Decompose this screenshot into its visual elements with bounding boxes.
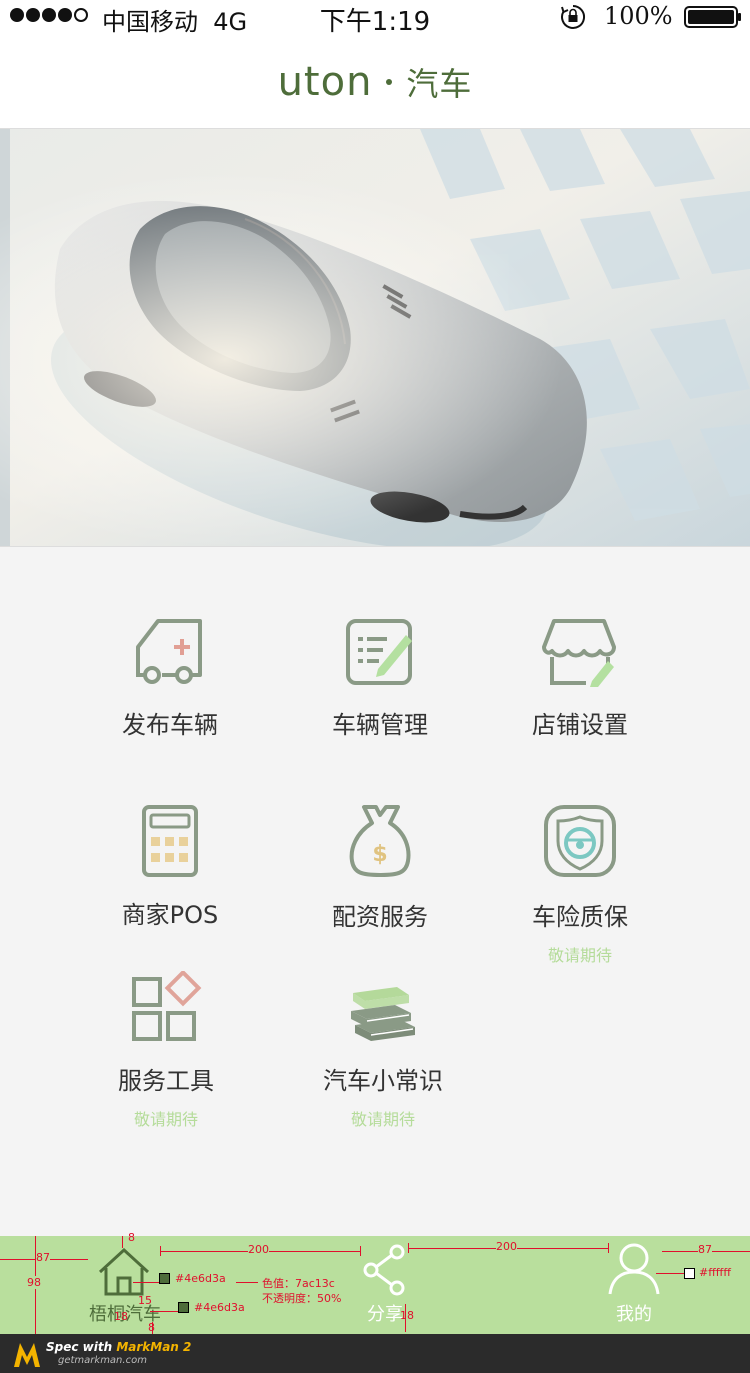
header: uton 汽车 — [0, 36, 750, 128]
rotation-lock-icon — [561, 5, 585, 29]
store-settings-icon — [542, 619, 616, 687]
calculator-icon — [142, 805, 198, 877]
share-icon — [363, 1244, 405, 1296]
coming-soon-note: 敬请期待 — [547, 946, 612, 965]
user-icon — [608, 1243, 660, 1295]
books-icon — [351, 987, 415, 1041]
tab-bar: 梧桐汽车 分享 我的 — [0, 1236, 750, 1334]
home-icon — [98, 1248, 150, 1296]
brand-logo: uton 汽车 — [277, 59, 473, 105]
menu-label: 店铺设置 — [532, 711, 628, 739]
coming-soon-note: 敬请期待 — [133, 1110, 198, 1129]
menu-label: 服务工具 — [118, 1067, 214, 1095]
menu-label: 车险质保 — [532, 903, 628, 931]
battery-icon — [684, 6, 741, 28]
tab-home[interactable]: 梧桐汽车 — [80, 1236, 170, 1334]
publish-vehicle-icon — [136, 619, 202, 684]
vehicle-management-icon — [346, 619, 412, 685]
coming-soon-note: 敬请期待 — [350, 1110, 415, 1129]
steering-shield-icon — [544, 805, 616, 877]
hero-banner[interactable] — [0, 128, 750, 547]
car-image — [0, 129, 750, 546]
tab-label: 我的 — [616, 1304, 652, 1325]
menu-item-car-knowledge[interactable]: 汽车小常识 敬请期待 — [258, 971, 508, 1130]
footer-brand-a: Spec with — [46, 1340, 113, 1354]
tools-grid-icon — [132, 971, 202, 1041]
markman-footer: Spec with MarkMan 2 getmarkman.com — [0, 1334, 750, 1373]
menu-item-store-settings[interactable]: 店铺设置 — [455, 617, 705, 740]
tab-share[interactable]: 分享 — [345, 1236, 425, 1334]
status-bar: 中国移动 4G 下午1:19 100% — [0, 0, 750, 37]
tab-mine[interactable]: 我的 — [594, 1236, 674, 1334]
money-bag-icon: $ — [349, 805, 411, 877]
tab-label: 分享 — [367, 1304, 403, 1325]
markman-logo-icon — [14, 1343, 40, 1367]
footer-brand-b: MarkMan 2 — [116, 1340, 192, 1354]
tab-label: 梧桐汽车 — [89, 1304, 161, 1325]
menu-label: 汽车小常识 — [323, 1067, 443, 1095]
menu-item-service-tools[interactable]: 服务工具 敬请期待 — [41, 971, 291, 1130]
battery-percent: 100% — [604, 2, 673, 30]
menu-item-insurance[interactable]: 车险质保 敬请期待 — [455, 805, 705, 966]
footer-url: getmarkman.com — [58, 1355, 147, 1366]
svg-text:$: $ — [372, 842, 387, 867]
